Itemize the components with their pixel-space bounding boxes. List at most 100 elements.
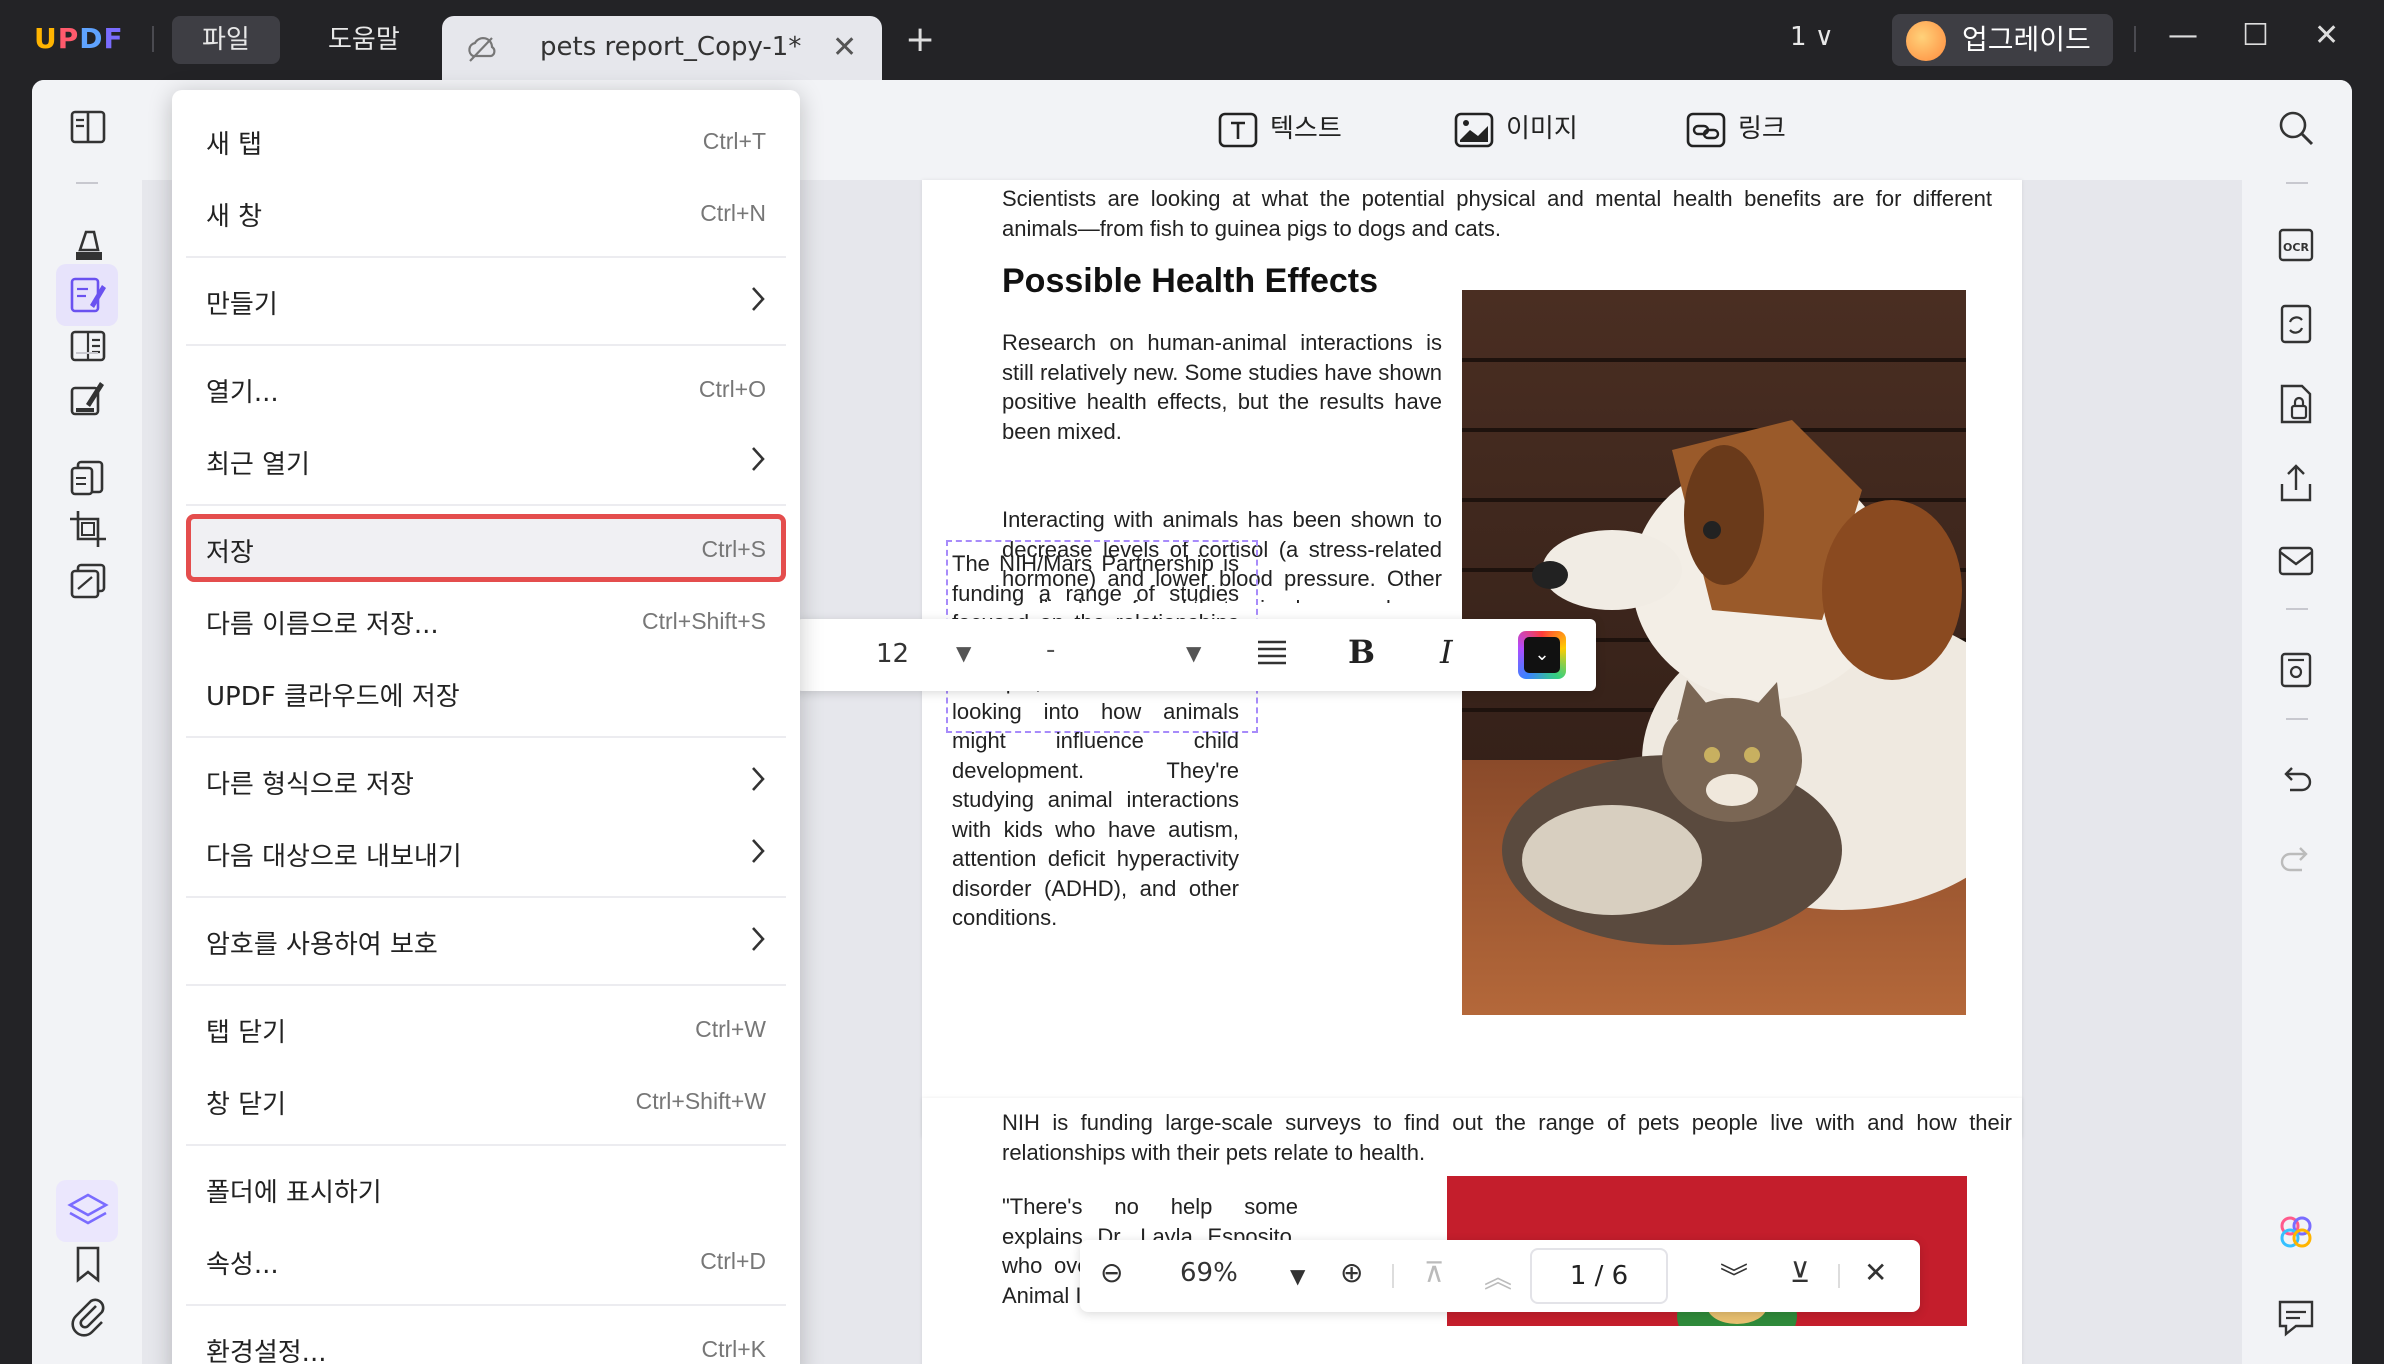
redo-icon[interactable] — [2272, 836, 2320, 884]
edit-pdf-icon[interactable] — [64, 271, 112, 319]
save-icon[interactable] — [2272, 646, 2320, 694]
menu-item-label: 환경설정... — [206, 1338, 327, 1364]
menu-item-shortcut: Ctrl+O — [698, 376, 766, 402]
paragraph-research[interactable]: Research on human-animal interactions is… — [1002, 328, 1442, 446]
menu-item-label: 폴더에 표시하기 — [206, 1178, 382, 1208]
menu-help[interactable]: 도움말 — [298, 16, 430, 64]
menu-item-shortcut: Ctrl+Shift+S — [642, 608, 766, 634]
menu-item-save[interactable]: 저장 Ctrl+S — [186, 514, 786, 582]
updf-logo: UPDF — [34, 22, 124, 55]
menu-item-show-folder[interactable]: 폴더에 표시하기 — [186, 1154, 786, 1222]
menu-item-label: 만들기 — [206, 290, 278, 320]
menu-item-shortcut: Ctrl+S — [701, 536, 766, 562]
last-page-icon[interactable]: ⊻ — [1790, 1256, 1811, 1289]
zoom-in-icon[interactable]: ⊕ — [1340, 1256, 1363, 1289]
font-size-value[interactable]: 12 — [876, 639, 909, 669]
tool-link[interactable]: 링크 — [1686, 108, 1786, 148]
menu-item-new-tab[interactable]: 새 탭 Ctrl+T — [186, 106, 786, 174]
file-menu-dropdown: 새 탭 Ctrl+T 새 창 Ctrl+N 만들기 열기... Ctrl+O 최근 열… — [172, 90, 800, 1364]
highlighter-icon[interactable] — [64, 220, 112, 268]
menu-item-open[interactable]: 열기... Ctrl+O — [186, 354, 786, 422]
paragraph-surveys[interactable]: NIH is funding large-scale surveys to fi… — [1002, 1108, 2012, 1167]
share-icon[interactable] — [2272, 460, 2320, 508]
menu-item-save-cloud[interactable]: UPDF 클라우드에 저장 — [186, 658, 786, 726]
chevron-right-icon — [748, 442, 768, 480]
minimize-icon[interactable]: — — [2168, 18, 2198, 53]
tab-close-icon[interactable]: ✕ — [832, 30, 857, 65]
zoom-dropdown-icon[interactable]: ▼ — [1290, 1264, 1305, 1288]
close-zoom-bar-icon[interactable]: ✕ — [1864, 1256, 1887, 1289]
search-icon[interactable] — [2272, 104, 2320, 152]
menu-file[interactable]: 파일 — [172, 16, 280, 64]
menu-item-shortcut: Ctrl+D — [700, 1248, 766, 1274]
menu-item-save-format[interactable]: 다른 형식으로 저장 — [186, 746, 786, 814]
align-justify-icon[interactable] — [1256, 637, 1288, 673]
mail-icon[interactable] — [2272, 536, 2320, 584]
section-heading[interactable]: Possible Health Effects — [1002, 262, 1378, 301]
pdf-page-2: NIH is funding large-scale surveys to fi… — [922, 1098, 2022, 1364]
menu-item-label: 암호를 사용하여 보호 — [206, 930, 438, 960]
right-sidebar: OCR — [2242, 80, 2352, 1364]
tool-text[interactable]: 텍스트 — [1218, 108, 1342, 148]
bookmark-icon[interactable] — [64, 1240, 112, 1288]
svg-text:OCR: OCR — [2283, 241, 2309, 254]
next-page-icon[interactable]: ︾ — [1720, 1256, 1748, 1296]
menu-item-protect[interactable]: 암호를 사용하여 보호 — [186, 906, 786, 974]
menu-item-properties[interactable]: 속성... Ctrl+D — [186, 1226, 786, 1294]
font-name-value[interactable]: - — [1046, 635, 1055, 665]
font-name-dropdown-icon[interactable]: ▼ — [1186, 641, 1201, 665]
page-indicator[interactable]: 1 / 6 — [1530, 1248, 1668, 1304]
tool-image-label: 이미지 — [1506, 114, 1578, 144]
menu-item-export[interactable]: 다음 대상으로 내보내기 — [186, 818, 786, 886]
page-tools-icon[interactable] — [64, 557, 112, 605]
chevron-right-icon — [748, 922, 768, 960]
upgrade-button[interactable]: 업그레이드 — [1892, 14, 2113, 66]
intro-paragraph[interactable]: Scientists are looking at what the poten… — [1002, 184, 1992, 243]
paragraph-nih-mars[interactable]: The NIH/Mars Partnership is funding a ra… — [952, 549, 1239, 933]
comment-icon[interactable] — [2272, 1292, 2320, 1340]
menu-item-shortcut: Ctrl+W — [695, 1016, 766, 1042]
convert-icon[interactable] — [64, 454, 112, 502]
text-color-picker[interactable]: ⌄ — [1518, 631, 1566, 679]
crop-icon[interactable] — [64, 505, 112, 553]
link-icon — [1686, 112, 1726, 147]
undo-icon[interactable] — [2272, 756, 2320, 804]
menu-item-create[interactable]: 만들기 — [186, 266, 786, 334]
ai-assistant-icon[interactable] — [2272, 1208, 2320, 1256]
fill-sign-icon[interactable] — [64, 374, 112, 422]
menu-item-label: 새 창 — [206, 202, 263, 232]
menu-item-label: 새 탭 — [206, 130, 263, 160]
convert-pdf-icon[interactable] — [2272, 300, 2320, 348]
bold-button[interactable]: B — [1348, 633, 1375, 671]
tool-image[interactable]: 이미지 — [1454, 108, 1578, 148]
zoom-level[interactable]: 69% — [1180, 1258, 1238, 1288]
organize-pages-icon[interactable] — [64, 322, 112, 370]
menu-item-recent[interactable]: 최근 열기 — [186, 426, 786, 494]
document-tab[interactable]: pets report_Copy-1* ✕ — [442, 16, 882, 80]
maximize-icon[interactable]: ☐ — [2242, 18, 2269, 53]
zoom-out-icon[interactable]: ⊖ — [1100, 1256, 1123, 1289]
italic-button[interactable]: I — [1440, 633, 1453, 671]
menu-item-shortcut: Ctrl+T — [702, 128, 766, 154]
ocr-icon[interactable]: OCR — [2272, 220, 2320, 268]
reader-icon[interactable] — [64, 104, 112, 152]
menu-item-label: 창 닫기 — [206, 1090, 287, 1120]
menu-item-new-window[interactable]: 새 창 Ctrl+N — [186, 178, 786, 246]
cloud-off-icon — [464, 32, 498, 70]
previous-page-icon[interactable]: ︽ — [1484, 1256, 1512, 1296]
menu-item-close-tab[interactable]: 탭 닫기 Ctrl+W — [186, 994, 786, 1062]
attachment-icon[interactable] — [64, 1292, 112, 1340]
first-page-icon[interactable]: ⊼ — [1424, 1256, 1445, 1289]
close-window-icon[interactable]: ✕ — [2314, 18, 2339, 53]
font-size-dropdown-icon[interactable]: ▼ — [956, 641, 971, 665]
layers-icon[interactable] — [64, 1187, 112, 1235]
upgrade-label: 업그레이드 — [1962, 23, 2091, 56]
menu-item-close-window[interactable]: 창 닫기 Ctrl+Shift+W — [186, 1066, 786, 1134]
protect-icon[interactable] — [2272, 380, 2320, 428]
image-icon — [1454, 112, 1494, 147]
menu-item-preferences[interactable]: 환경설정... Ctrl+K — [186, 1314, 786, 1364]
new-tab-button[interactable]: + — [905, 22, 935, 58]
menu-item-save-as[interactable]: 다름 이름으로 저장... Ctrl+Shift+S — [186, 586, 786, 654]
title-separator — [2134, 26, 2136, 52]
page-selector[interactable]: 1 ∨ — [1790, 22, 1834, 52]
